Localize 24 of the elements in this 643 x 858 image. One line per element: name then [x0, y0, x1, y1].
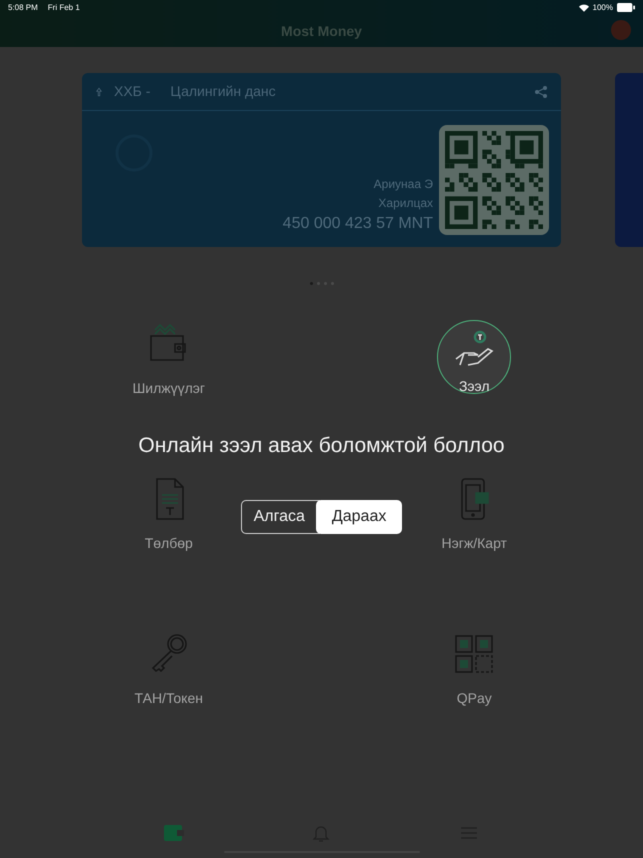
- account-type: Цалингийн данс: [170, 82, 276, 101]
- account-category: Харилцах: [378, 195, 433, 212]
- coach-message: Онлайн зээл авах боломжтой боллоо: [138, 433, 505, 459]
- status-time: 5:08 PM: [8, 2, 38, 14]
- battery-icon: [617, 3, 635, 12]
- menu-item[interactable]: Төлбөр: [144, 475, 193, 554]
- wallet-icon: [164, 825, 184, 841]
- next-button[interactable]: Дараах: [316, 500, 402, 534]
- owner-name: Ариунаа Э: [374, 176, 433, 193]
- share-icon[interactable]: [535, 86, 547, 98]
- arrow-icon: [96, 86, 102, 96]
- avatar[interactable]: [611, 20, 631, 40]
- skip-button[interactable]: Алгаса: [240, 500, 320, 534]
- battery-percent: 100%: [592, 2, 613, 14]
- account-card[interactable]: ХХБ - Цалингийн данс Ариунаа Э Харилцах 450 000 423 57 MNT: [82, 73, 561, 247]
- account-balance: 450 000 423 57 MNT: [282, 214, 433, 234]
- status-date: Fri Feb 1: [48, 2, 80, 14]
- menu-item[interactable]: QPay: [450, 630, 498, 709]
- menu-item[interactable]: ТАН/Токен: [134, 630, 203, 709]
- bank-name: ХХБ -: [114, 82, 150, 101]
- wifi-icon: [578, 4, 589, 12]
- menu-item[interactable]: Зээл: [437, 320, 512, 394]
- menu-item[interactable]: Нэгж/Карт: [442, 475, 507, 554]
- menu-item[interactable]: Шилжүүлэг: [132, 320, 206, 399]
